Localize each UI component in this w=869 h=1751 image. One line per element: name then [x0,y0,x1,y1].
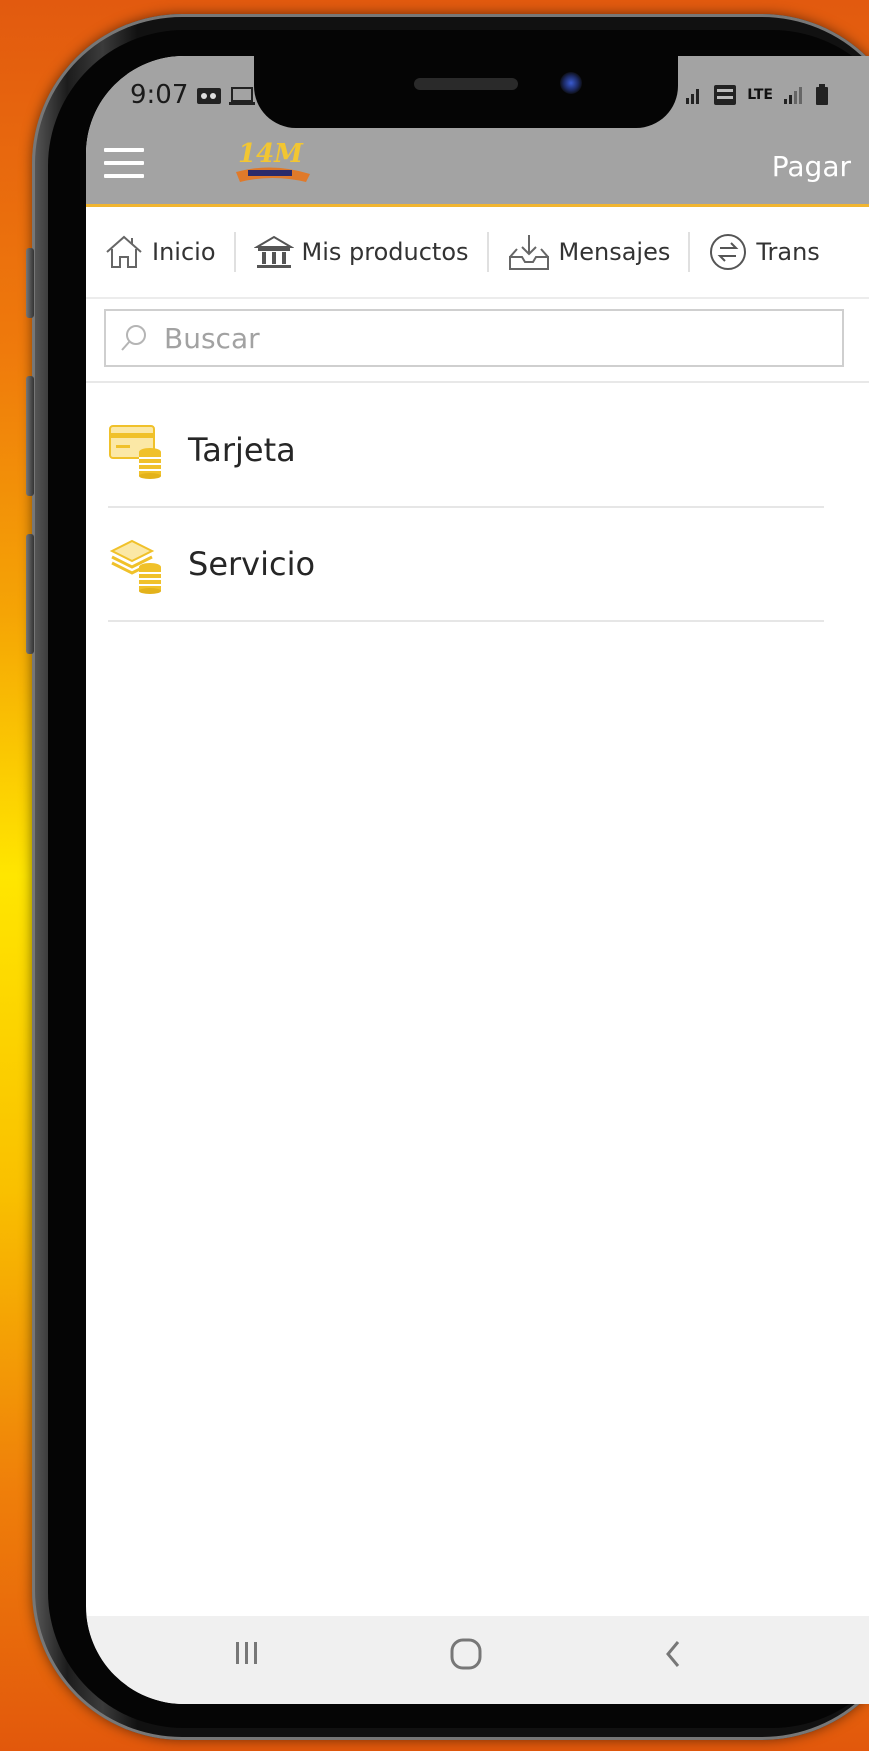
menu-bar [104,148,144,152]
voicemail-icon [196,86,222,111]
tab-inicio-label: Inicio [152,238,216,266]
card-coins-icon [109,425,161,479]
menu-bar [104,161,144,165]
network-type-label: LTE [747,87,773,103]
list-item-label: Servicio [188,545,316,583]
phone-side-button [26,248,34,318]
tab-mensajes-label: Mensajes [558,238,671,266]
search-box [104,309,844,367]
search-input[interactable] [162,320,806,356]
transfer-icon [710,234,747,270]
bank-icon [253,235,294,268]
brand-logo: 14M [232,132,314,192]
home-icon [106,235,142,268]
tab-transferencias-label: Trans [756,238,820,266]
signal-icon [686,89,700,104]
inbox-icon [508,235,549,270]
list-item-servicio[interactable]: Servicio [108,508,824,622]
front-camera [560,72,582,94]
app-header: 9:07 LTE 14M Pagar [86,56,869,207]
tab-mensajes[interactable]: Mensajes [489,207,689,297]
camera-notch [254,56,678,128]
menu-bar [104,174,144,178]
earpiece-speaker [414,78,518,90]
app-screen: 9:07 LTE 14M Pagar Inicio Mis productos … [86,56,869,1704]
laptop-icon [228,86,256,111]
recent-apps-button[interactable] [232,1634,262,1678]
stack-coins-icon [109,539,161,594]
hamburger-menu-button[interactable] [104,148,144,180]
back-chevron-icon [666,1641,680,1667]
volte-icon [714,85,737,105]
tab-transferencias[interactable]: Trans [690,207,837,297]
search-icon [121,325,146,351]
svg-text:14M: 14M [238,139,304,169]
system-nav-bar [86,1616,869,1704]
tab-mis-productos[interactable]: Mis productos [236,207,487,297]
list-item-tarjeta[interactable]: Tarjeta [108,394,824,508]
phone-volume-down [26,534,34,654]
tab-mis-productos-label: Mis productos [301,238,469,266]
status-time: 9:07 [130,80,189,110]
home-button[interactable] [446,1634,486,1678]
back-button[interactable] [658,1634,688,1678]
list-item-label: Tarjeta [188,431,296,469]
battery-icon [816,84,828,105]
signal-strength-icon [784,87,802,104]
phone-volume-up [26,376,34,496]
home-circle-icon [450,1638,482,1670]
pay-link[interactable]: Pagar [772,150,851,183]
recent-apps-icon [236,1642,257,1664]
status-right-icons: LTE [685,84,829,106]
tab-inicio[interactable]: Inicio [86,207,234,297]
search-bar [86,299,869,383]
top-nav-tabs: Inicio Mis productos Mensajes Trans [86,207,869,299]
